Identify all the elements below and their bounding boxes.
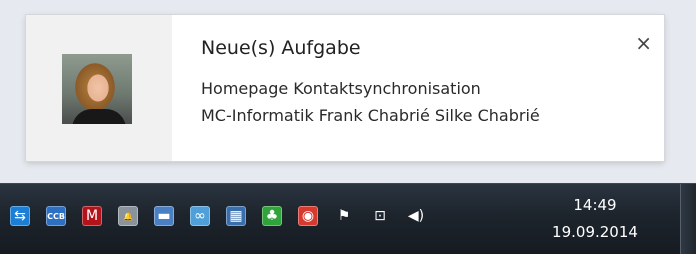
taskbar: ⇆ CCB M 🔔 ▬ ∞ ▦ ♣ ◉ ⚑ ⊡ ◀) 14:49 19.09.2014: [0, 183, 696, 254]
network-connection-icon[interactable]: ⊡: [370, 206, 390, 226]
show-desktop-button[interactable]: [680, 184, 696, 254]
action-center-flag-icon-glyph: ⚑: [337, 208, 351, 224]
computer-network-icon-glyph: ▦: [229, 208, 243, 224]
notification-title: Neue(s) Aufgabe: [201, 37, 361, 59]
ccb-icon[interactable]: CCB: [46, 206, 66, 226]
teamviewer-icon-glyph: ⇆: [14, 208, 26, 224]
close-icon[interactable]: ×: [635, 33, 652, 53]
clover-icon-glyph: ♣: [265, 208, 279, 224]
sync-globe-icon-glyph: ∞: [194, 208, 206, 224]
notification-bell-icon-glyph: 🔔: [123, 211, 133, 221]
volume-icon[interactable]: ◀): [406, 206, 426, 226]
mcafee-shield-icon-glyph: M: [85, 208, 99, 224]
clover-icon[interactable]: ♣: [262, 206, 282, 226]
sync-globe-icon[interactable]: ∞: [190, 206, 210, 226]
mcafee-shield-icon[interactable]: M: [82, 206, 102, 226]
media-icon[interactable]: ◉: [298, 206, 318, 226]
media-icon-glyph: ◉: [301, 208, 315, 224]
notification-line-1: Homepage Kontaktsynchronisation: [201, 79, 481, 98]
teamviewer-icon[interactable]: ⇆: [10, 206, 30, 226]
avatar-shoulders: [72, 109, 126, 124]
network-connection-icon-glyph: ⊡: [374, 208, 386, 224]
notification-line-2: MC-Informatik Frank Chabrié Silke Chabri…: [201, 106, 540, 125]
network-drive-icon-glyph: ▬: [157, 208, 171, 224]
computer-network-icon[interactable]: ▦: [226, 206, 246, 226]
notification-avatar-panel: [26, 15, 172, 161]
avatar: [62, 54, 132, 124]
clock-time[interactable]: 14:49: [540, 196, 650, 214]
notification-popup[interactable]: Neue(s) Aufgabe Homepage Kontaktsynchron…: [26, 15, 664, 161]
notification-bell-icon[interactable]: 🔔: [118, 206, 138, 226]
volume-icon-glyph: ◀): [407, 208, 425, 224]
network-drive-icon[interactable]: ▬: [154, 206, 174, 226]
clock-date[interactable]: 19.09.2014: [540, 223, 650, 241]
action-center-flag-icon[interactable]: ⚑: [334, 206, 354, 226]
ccb-icon-glyph: CCB: [47, 211, 65, 221]
